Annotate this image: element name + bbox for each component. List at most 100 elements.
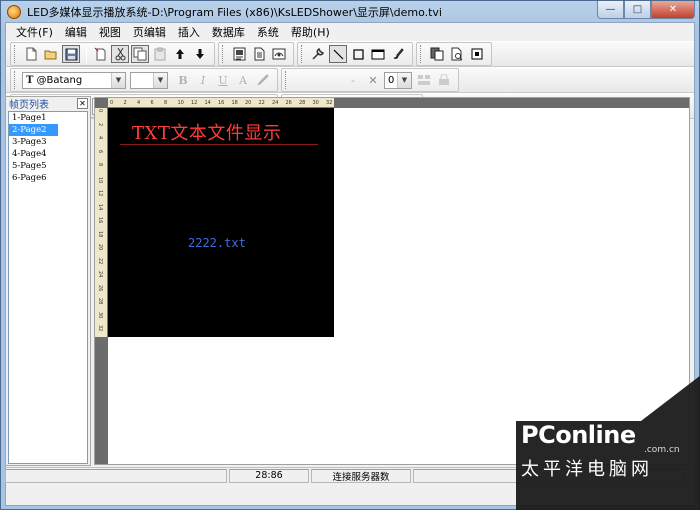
rectangle-tool-icon[interactable] [349,45,367,63]
toolbar-grip[interactable] [285,71,288,89]
ruler-tick-label: 32 [326,100,333,106]
ruler-tick-label: 4 [97,136,103,140]
stop-icon[interactable] [468,45,486,63]
cut-icon[interactable] [111,45,129,63]
lock-icon[interactable] [435,71,453,89]
vertical-ruler: 0 2 4 6 8 10 12 14 16 18 20 22 24 26 28 30 32 [95,108,108,464]
menu-database[interactable]: 数据库 [206,24,251,40]
wrench-icon[interactable] [309,45,327,63]
ruler-tick-label: 10 [97,176,103,183]
page-list-item-selected[interactable]: 2-Page2 [9,124,58,136]
screen-title-text[interactable]: TXT文本文件显示 [132,119,281,145]
toolbar-grip[interactable] [301,45,304,63]
page-list-item[interactable]: 1-Page1 [9,112,58,124]
page-list-title: 帧页列表 [9,100,49,111]
copy-icon[interactable] [131,45,149,63]
toolbar-grip[interactable] [14,71,17,89]
paint-icon[interactable] [389,45,407,63]
ruler-tick-label: 18 [97,230,103,237]
paste-icon[interactable] [151,45,169,63]
ruler-tick-label: 14 [97,203,103,210]
chevron-down-icon[interactable]: ▼ [397,72,411,88]
border-width-select[interactable]: 0 ▼ [384,71,412,89]
window-icon[interactable] [369,45,387,63]
outline-text-button[interactable]: A [234,71,252,89]
page-list-item[interactable]: 3-Page3 [9,136,58,148]
brush-icon[interactable] [254,71,272,89]
page-list-item[interactable]: 6-Page6 [9,172,58,184]
toolbar-grip[interactable] [14,45,17,63]
ruler-tick-label: 6 [150,100,154,106]
document-icon[interactable] [250,45,268,63]
bold-button[interactable]: B [174,71,192,89]
toolbar-grip[interactable] [222,45,225,63]
page-list: 1-Page1 2-Page2 3-Page3 4-Page4 5-Page5 … [8,111,88,464]
horizontal-ruler: 0 2 4 6 8 10 12 14 16 18 20 22 24 26 28 30 32 [95,98,689,108]
menu-page-edit[interactable]: 页编辑 [127,24,172,40]
vertical-ruler-scale: 0 2 4 6 8 10 12 14 16 18 20 22 24 26 28 30 32 [95,108,108,337]
ruler-tick-label: 32 [97,325,103,332]
ruler-tick-label: 4 [137,100,141,106]
menu-edit[interactable]: 编辑 [59,24,93,40]
preview-icon[interactable] [270,45,288,63]
page-list-item[interactable]: 5-Page5 [9,160,58,172]
font-toolbar-group: T @Batang ▼ ▼ B I U A [10,68,278,92]
maximize-button[interactable]: □ [624,1,651,19]
chevron-down-icon[interactable]: ▼ [153,72,167,88]
led-screen-preview[interactable]: TXT文本文件显示 2222.txt [108,108,334,337]
status-coords: 28:86 [229,468,309,483]
ruler-tick-label: 16 [97,217,103,224]
ruler-tick-label: 12 [97,190,103,197]
title-bar[interactable]: LED多媒体显示播放系统-D:\Program Files (x86)\KsLE… [1,1,699,22]
page-list-header: 帧页列表 ✕ [6,97,90,111]
close-icon[interactable]: ✕ [364,71,382,89]
watermark-domain: .com.cn [644,445,680,455]
ruler-tick-label: 18 [231,100,238,106]
dash-icon[interactable]: - [344,71,362,89]
menu-file[interactable]: 文件(F) [10,24,59,40]
font-name-select[interactable]: T @Batang ▼ [22,71,126,89]
insert-toolbar-group [218,42,294,66]
font-size-select[interactable]: ▼ [130,71,168,89]
menu-view[interactable]: 视图 [93,24,127,40]
save-icon[interactable] [62,45,80,63]
open-folder-icon[interactable] [42,45,60,63]
ruler-tick-label: 20 [97,244,103,251]
ruler-tick-label: 2 [97,122,103,126]
window-controls: — □ ✕ [597,1,695,19]
app-window: LED多媒体显示播放系统-D:\Program Files (x86)\KsLE… [0,0,700,510]
move-down-icon[interactable] [191,45,209,63]
align-grid-icon[interactable] [415,71,433,89]
ruler-tick-label: 28 [299,100,306,106]
new-file-icon[interactable] [22,45,40,63]
page-editor-canvas[interactable]: 0 2 4 6 8 10 12 14 16 18 20 22 24 26 28 30 32 0 2 4 6 8 10 12 1… [94,97,690,465]
ruler-tick-label: 8 [97,163,103,167]
page-list-item[interactable]: 4-Page4 [9,148,58,160]
watermark-logo: PConline [521,421,636,449]
menu-system[interactable]: 系统 [251,24,285,40]
menu-help[interactable]: 帮助(H) [285,24,336,40]
print-preview-icon[interactable] [448,45,466,63]
ruler-tick-label: 22 [97,257,103,264]
ruler-tick-label: 2 [123,100,127,106]
toolbar-grip[interactable] [420,45,423,63]
line-tool-icon[interactable] [329,45,347,63]
chevron-down-icon[interactable]: ▼ [111,72,125,88]
border-toolbar-group: - ✕ 0 ▼ [281,68,459,92]
panel-close-button[interactable]: ✕ [77,98,88,109]
close-button[interactable]: ✕ [651,1,695,19]
new-page-icon[interactable] [91,45,109,63]
ruler-tick-label: 26 [97,284,103,291]
send-icon[interactable] [428,45,446,63]
minimize-button[interactable]: — [597,1,624,19]
move-up-icon[interactable] [171,45,189,63]
ruler-tick-label: 14 [204,100,211,106]
menu-insert[interactable]: 插入 [172,24,206,40]
italic-button[interactable]: I [194,71,212,89]
underline-button[interactable]: U [214,71,232,89]
watermark-chinese: 太平洋电脑网 [521,459,653,480]
picture-icon[interactable] [230,45,248,63]
screen-file-text[interactable]: 2222.txt [188,236,246,250]
ruler-tick-label: 24 [97,271,103,278]
ruler-tick-label: 26 [285,100,292,106]
